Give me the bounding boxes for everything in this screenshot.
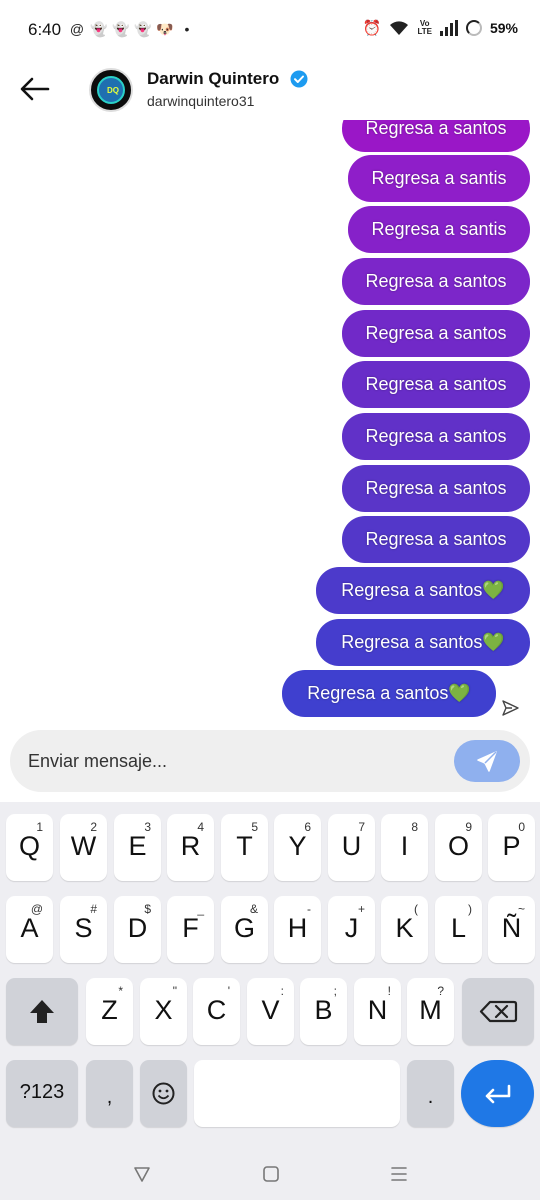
message-bubble[interactable]: Regresa a santos xyxy=(342,516,530,563)
key-l[interactable]: ) L xyxy=(435,896,482,963)
message-bubble[interactable]: Regresa a santos xyxy=(342,258,530,305)
alarm-icon: ⏰ xyxy=(362,20,382,37)
key-h[interactable]: -H xyxy=(274,896,321,963)
key-z[interactable]: * Z xyxy=(86,978,133,1045)
key-b[interactable]: ; B xyxy=(300,978,347,1045)
key-n[interactable]: ! N xyxy=(354,978,401,1045)
signal-icon xyxy=(439,20,458,36)
verified-badge-icon xyxy=(290,70,308,88)
backspace-icon xyxy=(479,1000,518,1023)
key-u[interactable]: 7U xyxy=(328,814,375,881)
symbols-key[interactable]: ?123 xyxy=(6,1060,78,1127)
key-f[interactable]: _ F xyxy=(167,896,214,963)
notification-icons: @ 👻 👻 👻 🐶 • xyxy=(68,21,196,37)
message-bubble[interactable]: Regresa a santos💚 xyxy=(316,619,530,666)
snapchat-icon: 👻 xyxy=(90,21,108,37)
volte-icon: Vo LTE xyxy=(417,19,432,36)
message-bubble[interactable]: Regresa a santos xyxy=(342,465,530,512)
message-input[interactable] xyxy=(28,746,428,776)
key-x[interactable]: " X xyxy=(140,978,187,1045)
key-q[interactable]: 1Q xyxy=(6,814,53,881)
key-w[interactable]: 2W xyxy=(60,814,107,881)
chat-header: DQ Darwin Quintero darwinquintero31 xyxy=(0,60,540,120)
key-v[interactable]: :V xyxy=(247,978,294,1045)
key-i[interactable]: 8I xyxy=(381,814,428,881)
key-a[interactable]: @ A xyxy=(6,896,53,963)
back-arrow-icon[interactable] xyxy=(18,74,52,104)
backspace-key[interactable] xyxy=(462,978,534,1045)
key-y[interactable]: 6Y xyxy=(274,814,321,881)
key-m[interactable]: ? M xyxy=(407,978,454,1045)
message-bubble[interactable]: Regresa a santos xyxy=(342,361,530,408)
emoji-key[interactable] xyxy=(140,1060,187,1127)
battery-icon xyxy=(465,20,482,36)
key-d[interactable]: $ D xyxy=(114,896,161,963)
message-list[interactable]: Regresa a santos Regresa a santis Regres… xyxy=(0,120,540,730)
message-bubble[interactable]: Regresa a santis xyxy=(348,206,530,253)
key-r[interactable]: 4R xyxy=(167,814,214,881)
key-k[interactable]: (K xyxy=(381,896,428,963)
key-e[interactable]: 3E xyxy=(114,814,161,881)
message-bubble[interactable]: Regresa a santos xyxy=(342,413,530,460)
message-composer xyxy=(10,730,530,792)
nav-home-icon[interactable] xyxy=(259,1162,283,1186)
nav-back-icon[interactable] xyxy=(130,1162,154,1186)
key-n-tilde[interactable]: ~ Ñ xyxy=(488,896,535,963)
key-c[interactable]: ' C xyxy=(193,978,240,1045)
shift-key[interactable] xyxy=(6,978,78,1045)
avatar-logo-icon: DQ xyxy=(97,76,125,104)
key-p[interactable]: 0P xyxy=(488,814,535,881)
snapchat-icon: 👻 xyxy=(112,21,130,37)
comma-key[interactable]: , xyxy=(86,1060,133,1127)
battery-percent: 59% xyxy=(489,20,518,36)
wifi-icon xyxy=(390,21,409,35)
message-bubble[interactable]: Regresa a santos💚 xyxy=(282,670,496,717)
message-bubble[interactable]: Regresa a santos💚 xyxy=(316,567,530,614)
nav-recents-icon[interactable] xyxy=(387,1162,411,1186)
keyboard: 1Q 2W 3E 4R 5T 6Y 7U 8I 9O 0P @ A # S $ D _… xyxy=(0,802,540,1200)
avatar[interactable]: DQ xyxy=(89,68,133,112)
key-g[interactable]: & G xyxy=(221,896,268,963)
dot-icon: • xyxy=(184,21,190,37)
key-t[interactable]: 5T xyxy=(221,814,268,881)
dog-icon: 🐶 xyxy=(156,21,174,37)
send-button[interactable] xyxy=(454,740,520,782)
enter-icon xyxy=(485,1084,511,1104)
key-j[interactable]: + J xyxy=(328,896,375,963)
status-time: 6:40 xyxy=(28,20,62,39)
shift-icon xyxy=(30,1000,54,1023)
navigation-bar xyxy=(0,1150,540,1200)
key-o[interactable]: 9O xyxy=(435,814,482,881)
message-bubble[interactable]: Regresa a santis xyxy=(348,155,530,202)
emoji-icon xyxy=(152,1082,175,1105)
sent-status-icon xyxy=(502,700,519,716)
contact-handle: darwinquintero31 xyxy=(147,93,255,109)
key-s[interactable]: # S xyxy=(60,896,107,963)
status-bar: 6:40 @ 👻 👻 👻 🐶 • ⏰ Vo LTE 59% xyxy=(0,0,540,60)
space-key[interactable] xyxy=(194,1060,400,1127)
period-key[interactable]: . xyxy=(407,1060,454,1127)
threads-icon: @ xyxy=(69,21,85,37)
contact-name[interactable]: Darwin Quintero xyxy=(147,69,279,89)
message-bubble[interactable]: Regresa a santos xyxy=(342,310,530,357)
system-icons: ⏰ Vo LTE 59% xyxy=(362,19,518,38)
send-icon xyxy=(477,751,497,772)
snapchat-icon: 👻 xyxy=(134,21,152,37)
message-bubble[interactable]: Regresa a santos xyxy=(342,120,530,152)
enter-key[interactable] xyxy=(461,1060,534,1127)
